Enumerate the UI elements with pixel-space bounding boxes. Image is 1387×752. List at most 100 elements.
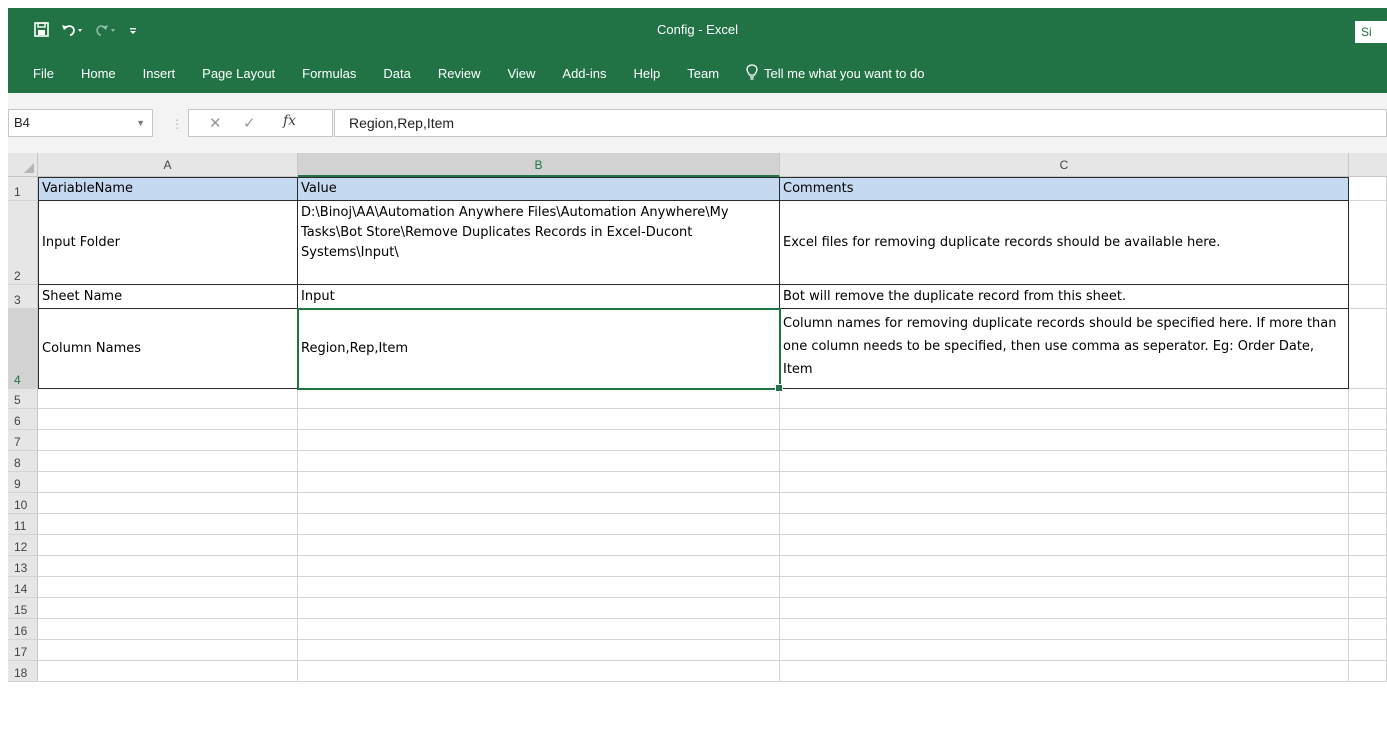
- fill-handle[interactable]: [775, 384, 783, 392]
- cell-c5[interactable]: [780, 389, 1349, 409]
- cell-c7[interactable]: [780, 430, 1349, 451]
- cell-c13[interactable]: [780, 556, 1349, 577]
- row-header-9[interactable]: 9: [8, 472, 38, 493]
- row-header-8[interactable]: 8: [8, 451, 38, 472]
- tell-me-box[interactable]: Tell me what you want to do: [746, 64, 924, 83]
- cell-c11[interactable]: [780, 514, 1349, 535]
- row-header-15[interactable]: 15: [8, 598, 38, 619]
- cell-a5[interactable]: [38, 389, 298, 409]
- tab-team[interactable]: Team: [687, 66, 719, 81]
- tab-review[interactable]: Review: [438, 66, 481, 81]
- cell-a8[interactable]: [38, 451, 298, 472]
- cell-d17[interactable]: [1349, 640, 1387, 661]
- tab-help[interactable]: Help: [633, 66, 660, 81]
- cell-a9[interactable]: [38, 472, 298, 493]
- cell-c4[interactable]: Column names for removing duplicate reco…: [780, 309, 1349, 389]
- cell-c9[interactable]: [780, 472, 1349, 493]
- cell-d12[interactable]: [1349, 535, 1387, 556]
- cell-c6[interactable]: [780, 409, 1349, 430]
- cell-a7[interactable]: [38, 430, 298, 451]
- cell-a10[interactable]: [38, 493, 298, 514]
- cell-d11[interactable]: [1349, 514, 1387, 535]
- cell-d8[interactable]: [1349, 451, 1387, 472]
- row-header-11[interactable]: 11: [8, 514, 38, 535]
- cell-b16[interactable]: [298, 619, 780, 640]
- row-header-14[interactable]: 14: [8, 577, 38, 598]
- cell-b12[interactable]: [298, 535, 780, 556]
- cell-b15[interactable]: [298, 598, 780, 619]
- cell-a1[interactable]: VariableName: [38, 177, 298, 201]
- enter-check-icon[interactable]: ✓: [243, 114, 256, 132]
- cell-c12[interactable]: [780, 535, 1349, 556]
- cell-c10[interactable]: [780, 493, 1349, 514]
- cell-a13[interactable]: [38, 556, 298, 577]
- cell-a15[interactable]: [38, 598, 298, 619]
- cancel-icon[interactable]: ✕: [209, 114, 222, 132]
- cell-d1[interactable]: [1349, 177, 1387, 201]
- column-header-c[interactable]: C: [780, 153, 1349, 177]
- tab-formulas[interactable]: Formulas: [302, 66, 356, 81]
- cell-a17[interactable]: [38, 640, 298, 661]
- row-header-1[interactable]: 1: [8, 177, 38, 201]
- cell-b10[interactable]: [298, 493, 780, 514]
- tab-view[interactable]: View: [507, 66, 535, 81]
- chevron-down-icon[interactable]: ▼: [136, 110, 145, 136]
- cell-a4[interactable]: Column Names: [38, 309, 298, 389]
- cell-a18[interactable]: [38, 661, 298, 682]
- name-box[interactable]: B4 ▼: [8, 109, 153, 137]
- cell-b3[interactable]: Input: [298, 285, 780, 309]
- tab-insert[interactable]: Insert: [143, 66, 176, 81]
- row-header-7[interactable]: 7: [8, 430, 38, 451]
- cell-b17[interactable]: [298, 640, 780, 661]
- column-header-a[interactable]: A: [38, 153, 298, 177]
- cell-c15[interactable]: [780, 598, 1349, 619]
- tab-home[interactable]: Home: [81, 66, 116, 81]
- cell-b4[interactable]: Region,Rep,Item: [298, 309, 780, 389]
- cell-a14[interactable]: [38, 577, 298, 598]
- cell-d5[interactable]: [1349, 389, 1387, 409]
- cell-b7[interactable]: [298, 430, 780, 451]
- formula-input[interactable]: Region,Rep,Item: [334, 109, 1387, 137]
- select-all-button[interactable]: [8, 153, 38, 177]
- cell-b2[interactable]: D:\Binoj\AA\Automation Anywhere Files\Au…: [298, 201, 780, 285]
- tab-page-layout[interactable]: Page Layout: [202, 66, 275, 81]
- cell-d4[interactable]: [1349, 309, 1387, 389]
- row-header-12[interactable]: 12: [8, 535, 38, 556]
- cell-d3[interactable]: [1349, 285, 1387, 309]
- row-header-18[interactable]: 18: [8, 661, 38, 682]
- row-header-5[interactable]: 5: [8, 389, 38, 409]
- tab-file[interactable]: File: [33, 66, 54, 81]
- cell-b5[interactable]: [298, 389, 780, 409]
- row-header-3[interactable]: 3: [8, 285, 38, 309]
- cell-a3[interactable]: Sheet Name: [38, 285, 298, 309]
- cell-a6[interactable]: [38, 409, 298, 430]
- cell-a11[interactable]: [38, 514, 298, 535]
- cell-d9[interactable]: [1349, 472, 1387, 493]
- cell-c18[interactable]: [780, 661, 1349, 682]
- cell-c17[interactable]: [780, 640, 1349, 661]
- cell-b9[interactable]: [298, 472, 780, 493]
- cell-c16[interactable]: [780, 619, 1349, 640]
- cell-a2[interactable]: Input Folder: [38, 201, 298, 285]
- cell-b18[interactable]: [298, 661, 780, 682]
- cell-d13[interactable]: [1349, 556, 1387, 577]
- column-header-b[interactable]: B: [298, 153, 780, 177]
- cell-c2[interactable]: Excel files for removing duplicate recor…: [780, 201, 1349, 285]
- row-header-4[interactable]: 4: [8, 309, 38, 389]
- cell-d6[interactable]: [1349, 409, 1387, 430]
- drag-handle-icon[interactable]: ⋮: [171, 117, 183, 131]
- cell-d16[interactable]: [1349, 619, 1387, 640]
- cell-b6[interactable]: [298, 409, 780, 430]
- cell-c1[interactable]: Comments: [780, 177, 1349, 201]
- row-header-17[interactable]: 17: [8, 640, 38, 661]
- cell-a12[interactable]: [38, 535, 298, 556]
- row-header-6[interactable]: 6: [8, 409, 38, 430]
- cell-b1[interactable]: Value: [298, 177, 780, 201]
- row-header-2[interactable]: 2: [8, 201, 38, 285]
- cell-b14[interactable]: [298, 577, 780, 598]
- cell-d18[interactable]: [1349, 661, 1387, 682]
- row-header-16[interactable]: 16: [8, 619, 38, 640]
- cell-c8[interactable]: [780, 451, 1349, 472]
- column-header-d[interactable]: [1349, 153, 1387, 177]
- tab-data[interactable]: Data: [383, 66, 410, 81]
